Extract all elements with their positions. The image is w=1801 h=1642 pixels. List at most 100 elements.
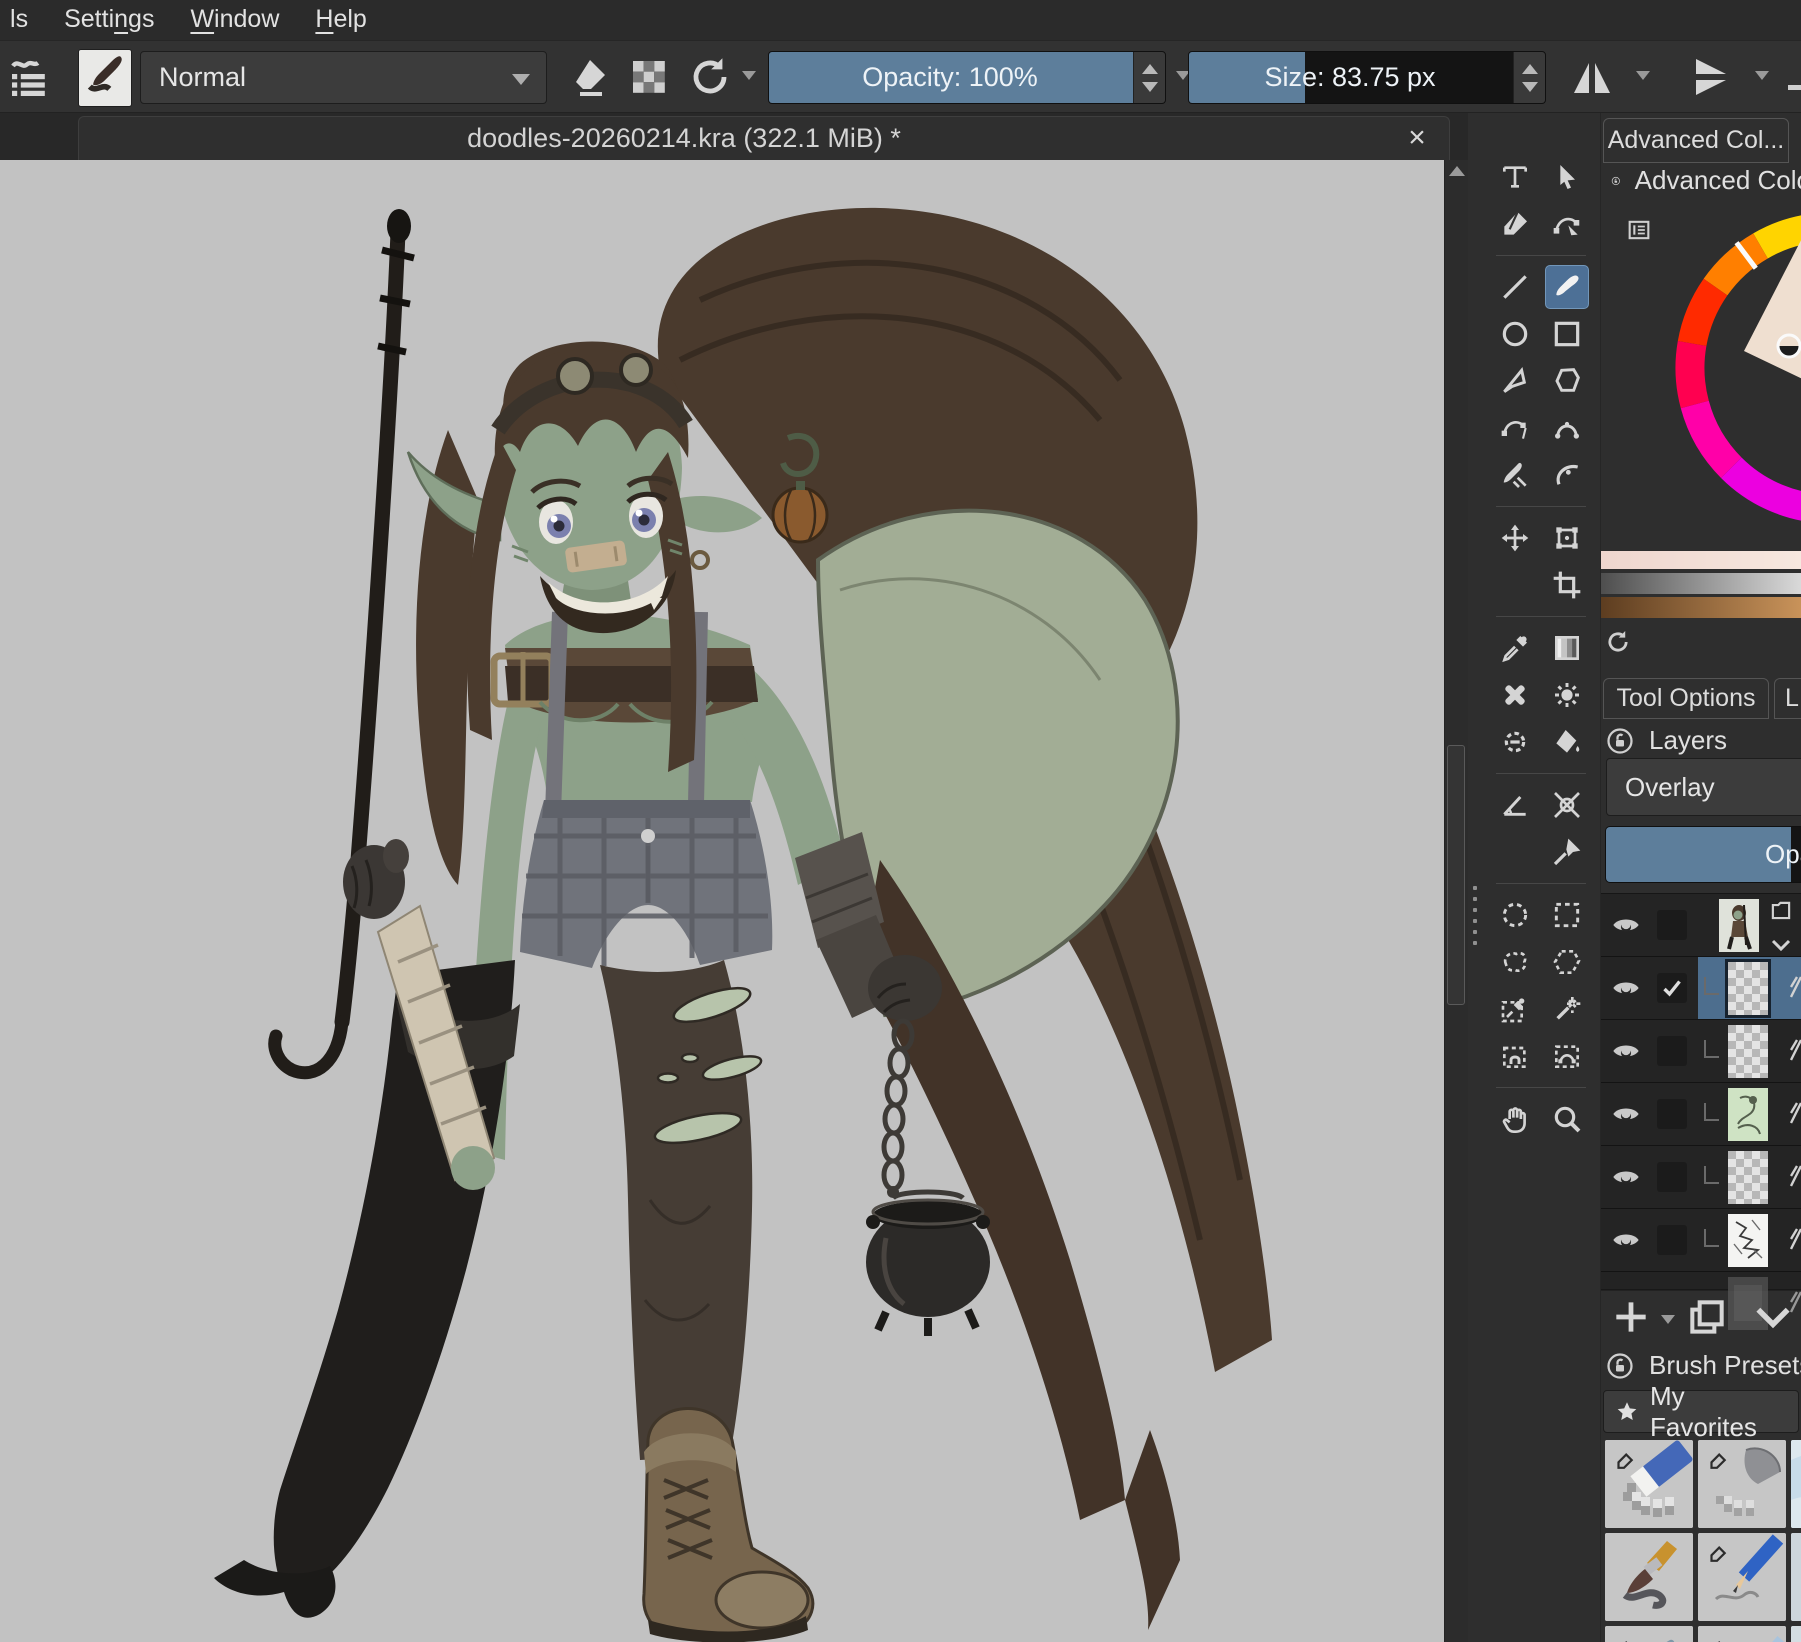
layer-thumbnail[interactable] — [1719, 899, 1759, 952]
similar-color-selection-tool-icon[interactable] — [1493, 987, 1537, 1031]
menu-item-settings[interactable]: Settings — [46, 3, 172, 38]
mirror-vertical-icon[interactable] — [1686, 53, 1734, 101]
freehand-selection-tool-icon[interactable] — [1493, 940, 1537, 984]
rectangular-selection-tool-icon[interactable] — [1545, 893, 1589, 937]
menu-item-window[interactable]: Window — [172, 3, 297, 38]
layer-inherit-alpha-checkbox[interactable] — [1657, 1099, 1687, 1129]
select-shapes-tool-icon[interactable] — [1545, 155, 1589, 199]
brush-preset-eraser[interactable] — [1605, 1440, 1693, 1528]
opacity-spinner[interactable] — [1133, 52, 1165, 103]
assistants-tool-icon[interactable] — [1545, 783, 1589, 827]
scrollbar-thumb[interactable] — [1447, 745, 1465, 1005]
polygonal-selection-tool-icon[interactable] — [1545, 940, 1589, 984]
layer-row-group[interactable] — [1601, 894, 1801, 957]
reference-images-tool-icon[interactable] — [1545, 830, 1589, 874]
brush-preset-eraser2[interactable] — [1605, 1626, 1693, 1642]
polyline-tool-icon[interactable] — [1493, 359, 1537, 403]
opacity-slider[interactable]: Opacity: 100% — [768, 51, 1166, 104]
gray-gradient-strip[interactable] — [1601, 573, 1801, 594]
colorize-mask-tool-icon[interactable] — [1545, 673, 1589, 717]
menu-item-ls[interactable]: ls — [8, 3, 46, 38]
mirror-vertical-dropdown-icon[interactable] — [1755, 71, 1769, 80]
layer-visibility-icon[interactable] — [1610, 1098, 1642, 1130]
magnetic-selection-tool-icon[interactable] — [1493, 1034, 1537, 1078]
layer-thumbnail[interactable] — [1728, 962, 1768, 1015]
layer-visibility-icon[interactable] — [1610, 1161, 1642, 1193]
canvas[interactable] — [0, 160, 1444, 1642]
zoom-tool-icon[interactable] — [1545, 1097, 1589, 1141]
mirror-horizontal-dropdown-icon[interactable] — [1636, 71, 1650, 80]
layer-thumbnail[interactable] — [1728, 1025, 1768, 1078]
layer-thumbnail[interactable] — [1728, 1088, 1768, 1141]
brush-preset-wash2[interactable] — [1791, 1626, 1801, 1642]
text-tool-icon[interactable] — [1493, 155, 1537, 199]
color-sampler-tool-icon[interactable] — [1493, 626, 1537, 670]
contiguous-selection-tool-icon[interactable] — [1545, 987, 1589, 1031]
add-layer-button[interactable] — [1609, 1295, 1653, 1339]
layer-opacity-slider[interactable]: Opa — [1605, 826, 1801, 883]
preserve-alpha-icon[interactable] — [625, 53, 673, 101]
lock-icon[interactable] — [1605, 726, 1635, 756]
tab-layers[interactable]: L — [1774, 678, 1801, 719]
layer-inherit-alpha-checkbox[interactable] — [1657, 1225, 1687, 1255]
layer-inherit-alpha-checkbox[interactable] — [1657, 910, 1687, 940]
duplicate-layer-button[interactable] — [1685, 1295, 1729, 1339]
color-adjust-tool-icon[interactable] — [1493, 720, 1537, 764]
edit-shapes-tool-icon[interactable] — [1545, 202, 1589, 246]
layer-row[interactable] — [1601, 1146, 1801, 1209]
layer-group-icons[interactable] — [1768, 898, 1796, 954]
layer-blend-mode-dropdown[interactable]: Overlay — [1606, 758, 1801, 816]
layer-visibility-icon[interactable] — [1610, 909, 1642, 941]
rectangle-tool-icon[interactable] — [1545, 312, 1589, 356]
freehand-brush-tool-icon[interactable] — [1545, 265, 1589, 309]
scroll-up-icon[interactable] — [1449, 166, 1465, 176]
reload-preset-icon[interactable] — [686, 53, 734, 101]
elliptical-selection-tool-icon[interactable] — [1493, 893, 1537, 937]
color-history-strip-1[interactable] — [1601, 551, 1801, 569]
layer-thumbnail[interactable] — [1728, 1151, 1768, 1204]
bezier-curve-tool-icon[interactable] — [1493, 406, 1537, 450]
fill-tool-icon[interactable] — [1545, 720, 1589, 764]
brush-preset-paintbrush[interactable] — [1605, 1533, 1693, 1621]
mirror-horizontal-icon[interactable] — [1568, 53, 1616, 101]
brush-preset-wash[interactable] — [1791, 1440, 1801, 1528]
layer-row[interactable] — [1601, 1083, 1801, 1146]
layer-visibility-icon[interactable] — [1610, 1224, 1642, 1256]
measure-tool-icon[interactable] — [1493, 783, 1537, 827]
add-layer-dropdown-icon[interactable] — [1661, 1315, 1675, 1324]
smart-patch-tool-icon[interactable] — [1493, 673, 1537, 717]
layer-row[interactable] — [1601, 1020, 1801, 1083]
pan-tool-icon[interactable] — [1493, 1097, 1537, 1141]
favorites-dropdown[interactable]: My Favorites — [1603, 1390, 1799, 1433]
bezier-selection-tool-icon[interactable] — [1545, 1034, 1589, 1078]
brush-preset-pencil-pale[interactable] — [1698, 1626, 1786, 1642]
document-tab[interactable]: doodles-20260214.kra (322.1 MiB) * × — [78, 116, 1450, 160]
crop-tool-icon[interactable] — [1545, 563, 1589, 607]
layer-thumbnail[interactable] — [1728, 1214, 1768, 1267]
brush-preset-blender[interactable] — [1698, 1440, 1786, 1528]
dynamic-brush-tool-icon[interactable] — [1493, 453, 1537, 497]
move-layer-down-button[interactable] — [1751, 1295, 1795, 1339]
menu-item-help[interactable]: Help — [297, 3, 384, 38]
layer-visibility-icon[interactable] — [1610, 1035, 1642, 1067]
workspace-chooser-icon[interactable] — [6, 53, 54, 101]
lock-icon[interactable] — [1605, 1351, 1635, 1381]
blend-mode-dropdown[interactable]: Normal — [140, 51, 547, 104]
canvas-vertical-scrollbar[interactable] — [1444, 160, 1468, 1642]
toolbar-overflow-icon[interactable] — [1788, 85, 1801, 90]
layer-row[interactable] — [1601, 957, 1801, 1020]
swap-colors-icon[interactable] — [1604, 628, 1632, 656]
tab-tool-options[interactable]: Tool Options — [1603, 678, 1769, 719]
layer-inherit-alpha-checkbox[interactable] — [1657, 973, 1687, 1003]
layer-row[interactable] — [1601, 1209, 1801, 1272]
panel-splitter-handle[interactable] — [1468, 113, 1482, 1642]
reload-dropdown-icon[interactable] — [742, 71, 756, 80]
gradient-tool-icon[interactable] — [1545, 626, 1589, 670]
eraser-toggle-icon[interactable] — [565, 53, 613, 101]
move-tool-icon[interactable] — [1493, 516, 1537, 560]
polygon-tool-icon[interactable] — [1545, 359, 1589, 403]
brown-gradient-strip[interactable] — [1601, 597, 1801, 618]
transform-tool-icon[interactable] — [1545, 516, 1589, 560]
layer-visibility-icon[interactable] — [1610, 972, 1642, 1004]
line-tool-icon[interactable] — [1493, 265, 1537, 309]
